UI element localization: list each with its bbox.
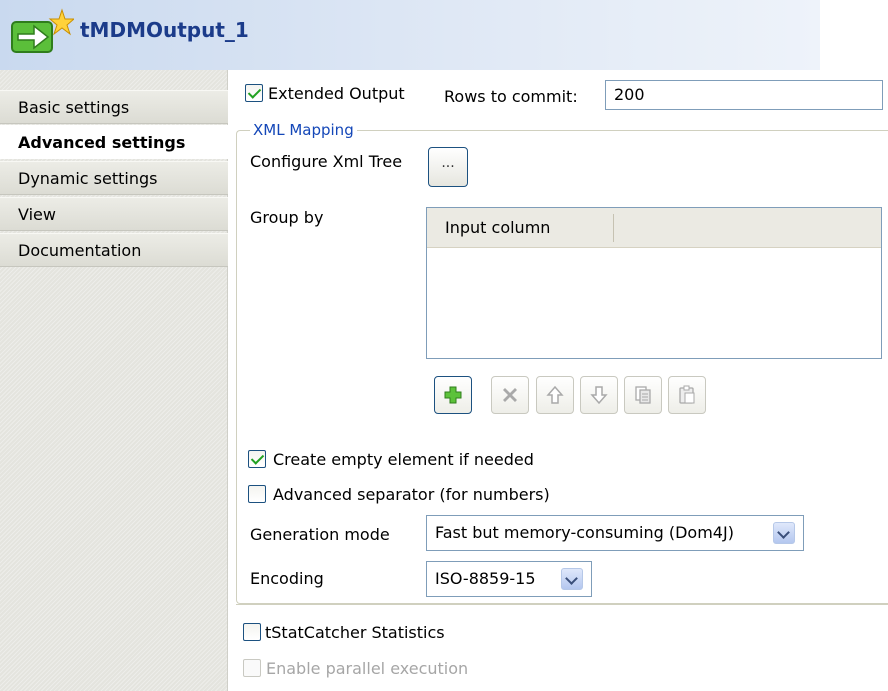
paste-button[interactable] [668,376,706,414]
chevron-down-icon[interactable] [561,568,583,590]
input-column-header[interactable]: Input column [445,208,550,248]
add-icon [444,386,462,404]
advanced-separator-label: Advanced separator (for numbers) [273,485,550,504]
create-empty-element-label: Create empty element if needed [273,450,534,469]
configure-xml-tree-button[interactable]: ... [428,147,468,187]
rows-to-commit-label: Rows to commit: [444,87,578,106]
delete-row-button[interactable] [491,376,529,414]
settings-sidebar: Basic settings Advanced settings Dynamic… [0,70,229,691]
create-empty-element-checkbox[interactable] [248,450,266,468]
move-up-icon [546,385,564,404]
move-up-button[interactable] [536,376,574,414]
move-down-icon [590,386,608,405]
generation-mode-label: Generation mode [250,525,390,544]
copy-button[interactable] [624,376,662,414]
move-down-button[interactable] [580,376,618,414]
xml-mapping-legend: XML Mapping [250,121,357,139]
extended-output-label: Extended Output [268,84,405,103]
tstatcatcher-checkbox[interactable] [243,623,261,641]
encoding-label: Encoding [250,569,324,588]
rows-to-commit-input[interactable]: 200 [605,80,883,110]
group-by-label: Group by [250,208,324,227]
copy-icon [635,386,651,404]
component-title: tMDMOutput_1 [80,18,249,42]
parallel-execution-checkbox [243,659,261,677]
sidebar-item-advanced-settings[interactable]: Advanced settings [0,125,229,159]
encoding-value: ISO-8859-15 [435,569,536,588]
component-arrow-star-icon [11,8,74,53]
table-header: Input column [427,208,881,248]
sidebar-item-view[interactable]: View [0,197,228,231]
parallel-execution-label: Enable parallel execution [266,659,469,678]
sidebar-item-documentation[interactable]: Documentation [0,233,228,267]
advanced-separator-checkbox[interactable] [248,485,266,503]
sidebar-item-basic-settings[interactable]: Basic settings [0,90,228,124]
component-header: tMDMOutput_1 [0,0,820,70]
add-row-button[interactable] [434,376,472,414]
configure-xml-tree-label: Configure Xml Tree [250,152,403,171]
generation-mode-value: Fast but memory-consuming (Dom4J) [435,523,734,542]
section-divider [236,604,888,605]
paste-icon [679,385,695,404]
delete-icon [503,388,517,402]
sidebar-item-dynamic-settings[interactable]: Dynamic settings [0,161,228,195]
generation-mode-select[interactable]: Fast but memory-consuming (Dom4J) [426,515,804,551]
column-separator [613,214,614,242]
chevron-down-icon[interactable] [773,522,795,544]
encoding-select[interactable]: ISO-8859-15 [426,561,592,597]
group-by-table[interactable]: Input column [426,207,882,359]
tstatcatcher-label: tStatCatcher Statistics [265,623,445,642]
extended-output-checkbox[interactable] [245,84,263,102]
